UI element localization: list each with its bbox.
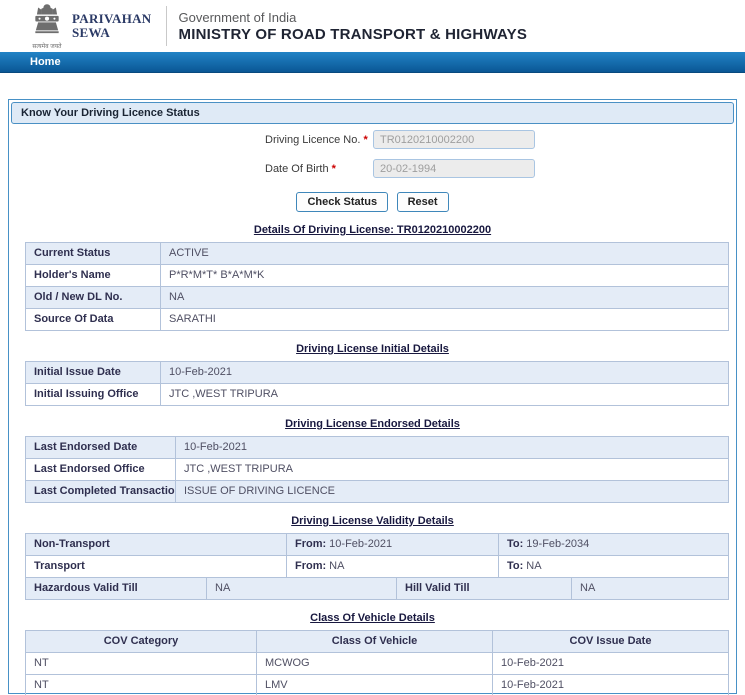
table-row: Source Of Data SARATHI xyxy=(25,308,729,331)
table-row: Transport From: NA To: NA xyxy=(26,555,728,577)
row-label: Current Status xyxy=(25,242,161,265)
table-row: Non-Transport From: 10-Feb-2021 To: 19-Feb… xyxy=(26,534,728,555)
main-navbar: Home xyxy=(0,52,745,73)
dob-label: Date Of Birth * xyxy=(265,163,373,175)
row-value: 10-Feb-2021 xyxy=(175,436,729,459)
cov-table: COV Category Class Of Vehicle COV Issue … xyxy=(25,630,729,695)
hill-value: NA xyxy=(571,578,728,599)
from-value: NA xyxy=(329,560,345,572)
row-value: P*R*M*T* B*A*M*K xyxy=(160,264,729,287)
cov-issue-date-cell: 10-Feb-2021 xyxy=(492,652,729,675)
to-value: NA xyxy=(526,560,542,572)
nav-home-link[interactable]: Home xyxy=(30,56,61,68)
brand-line1: PARIVAHAN xyxy=(72,11,152,26)
table-row: Initial Issuing Office JTC ,WEST TRIPURA xyxy=(25,383,729,406)
site-header: सत्यमेव जयते PARIVAHAN SEWA Government o… xyxy=(0,0,745,52)
from-label: From: xyxy=(295,560,327,572)
row-label: Last Endorsed Date xyxy=(25,436,176,459)
required-asterisk: * xyxy=(331,162,336,175)
row-value: JTC ,WEST TRIPURA xyxy=(175,458,729,481)
hazardous-value: NA xyxy=(206,578,396,599)
row-value: ISSUE OF DRIVING LICENCE xyxy=(175,480,729,503)
row-label: Transport xyxy=(34,560,85,572)
table-row: NT LMV 10-Feb-2021 xyxy=(25,674,729,695)
row-value: ACTIVE xyxy=(160,242,729,265)
dl-details-table: Current Status ACTIVE Holder's Name P*R*… xyxy=(25,242,729,331)
validity-from-cell: From: NA xyxy=(286,556,498,577)
required-asterisk: * xyxy=(363,133,368,146)
government-title-block: Government of India MINISTRY OF ROAD TRA… xyxy=(179,9,528,43)
row-value: JTC ,WEST TRIPURA xyxy=(160,383,729,406)
ministry-title: MINISTRY OF ROAD TRANSPORT & HIGHWAYS xyxy=(178,26,528,43)
dob-label-text: Date Of Birth xyxy=(265,162,332,175)
cov-issue-date-cell: 10-Feb-2021 xyxy=(492,674,729,695)
to-value: 19-Feb-2034 xyxy=(526,538,590,550)
validity-to-cell: To: 19-Feb-2034 xyxy=(498,534,728,555)
table-row: Hazardous Valid Till NA Hill Valid Till … xyxy=(26,577,728,599)
validity-section-title: Driving License Validity Details xyxy=(291,515,454,527)
table-row: NT MCWOG 10-Feb-2021 xyxy=(25,652,729,675)
cov-category-cell: NT xyxy=(25,674,257,695)
row-value: 10-Feb-2021 xyxy=(160,361,729,384)
government-of-india-text: Government of India xyxy=(178,10,297,25)
validity-from-cell: From: 10-Feb-2021 xyxy=(286,534,498,555)
from-label: From: xyxy=(295,538,327,550)
table-row: Last Endorsed Date 10-Feb-2021 xyxy=(25,436,729,459)
dl-status-form: Driving Licence No. * Date Of Birth * Ch… xyxy=(9,130,736,212)
dl-number-label-text: Driving Licence No. xyxy=(265,133,364,146)
reset-button[interactable]: Reset xyxy=(396,192,449,212)
row-label: Old / New DL No. xyxy=(25,286,161,309)
table-row: Initial Issue Date 10-Feb-2021 xyxy=(25,361,729,384)
cov-header-row: COV Category Class Of Vehicle COV Issue … xyxy=(25,630,729,653)
row-label: Holder's Name xyxy=(25,264,161,287)
to-label: To: xyxy=(507,560,524,572)
ashoka-emblem: सत्यमेव जयते xyxy=(30,3,64,50)
row-label: Last Endorsed Office xyxy=(25,458,176,481)
row-label: Last Completed Transaction xyxy=(25,480,176,503)
hazardous-label: Hazardous Valid Till xyxy=(34,582,138,594)
form-buttons-row: Check Status Reset xyxy=(9,192,736,212)
initial-details-table: Initial Issue Date 10-Feb-2021 Initial I… xyxy=(25,361,729,406)
panel-title: Know Your Driving Licence Status xyxy=(11,102,734,124)
endorsed-section-title: Driving License Endorsed Details xyxy=(285,418,460,430)
to-label: To: xyxy=(507,538,524,550)
cov-issue-date-header: COV Issue Date xyxy=(492,630,729,653)
dob-input[interactable] xyxy=(373,159,535,178)
dl-number-input[interactable] xyxy=(373,130,535,149)
dob-row: Date Of Birth * xyxy=(265,159,736,178)
row-label: Source Of Data xyxy=(25,308,161,331)
validity-to-cell: To: NA xyxy=(498,556,728,577)
table-row: Current Status ACTIVE xyxy=(25,242,729,265)
dl-number-row: Driving Licence No. * xyxy=(265,130,736,149)
emblem-caption: सत्यमेव जयते xyxy=(32,43,62,50)
cov-category-header: COV Category xyxy=(25,630,257,653)
table-row: Last Completed Transaction ISSUE OF DRIV… xyxy=(25,480,729,503)
class-of-vehicle-cell: MCWOG xyxy=(256,652,493,675)
row-value: NA xyxy=(160,286,729,309)
endorsed-details-table: Last Endorsed Date 10-Feb-2021 Last Endo… xyxy=(25,436,729,503)
cov-category-cell: NT xyxy=(25,652,257,675)
details-section-title: Details Of Driving License: TR0120210002… xyxy=(253,224,492,236)
row-label: Non-Transport xyxy=(34,538,110,550)
class-of-vehicle-cell: LMV xyxy=(256,674,493,695)
dl-status-panel: Know Your Driving Licence Status Driving… xyxy=(8,99,737,695)
header-divider xyxy=(165,6,167,46)
check-status-button[interactable]: Check Status xyxy=(296,192,389,212)
from-value: 10-Feb-2021 xyxy=(329,538,393,550)
ashoka-emblem-icon xyxy=(35,3,59,33)
parivahan-sewa-logo: PARIVAHAN SEWA xyxy=(72,12,152,40)
brand-line2: SEWA xyxy=(72,25,111,40)
class-of-vehicle-header: Class Of Vehicle xyxy=(256,630,493,653)
row-value: SARATHI xyxy=(160,308,729,331)
hill-label: Hill Valid Till xyxy=(396,578,571,599)
initial-section-title: Driving License Initial Details xyxy=(296,343,449,355)
table-row: Old / New DL No. NA xyxy=(25,286,729,309)
row-label: Initial Issue Date xyxy=(25,361,161,384)
table-row: Holder's Name P*R*M*T* B*A*M*K xyxy=(25,264,729,287)
row-label: Initial Issuing Office xyxy=(25,383,161,406)
validity-details-table: Non-Transport From: 10-Feb-2021 To: 19-Feb… xyxy=(25,533,729,600)
dl-number-label: Driving Licence No. * xyxy=(265,134,373,146)
cov-section-title: Class Of Vehicle Details xyxy=(310,612,435,624)
table-row: Last Endorsed Office JTC ,WEST TRIPURA xyxy=(25,458,729,481)
